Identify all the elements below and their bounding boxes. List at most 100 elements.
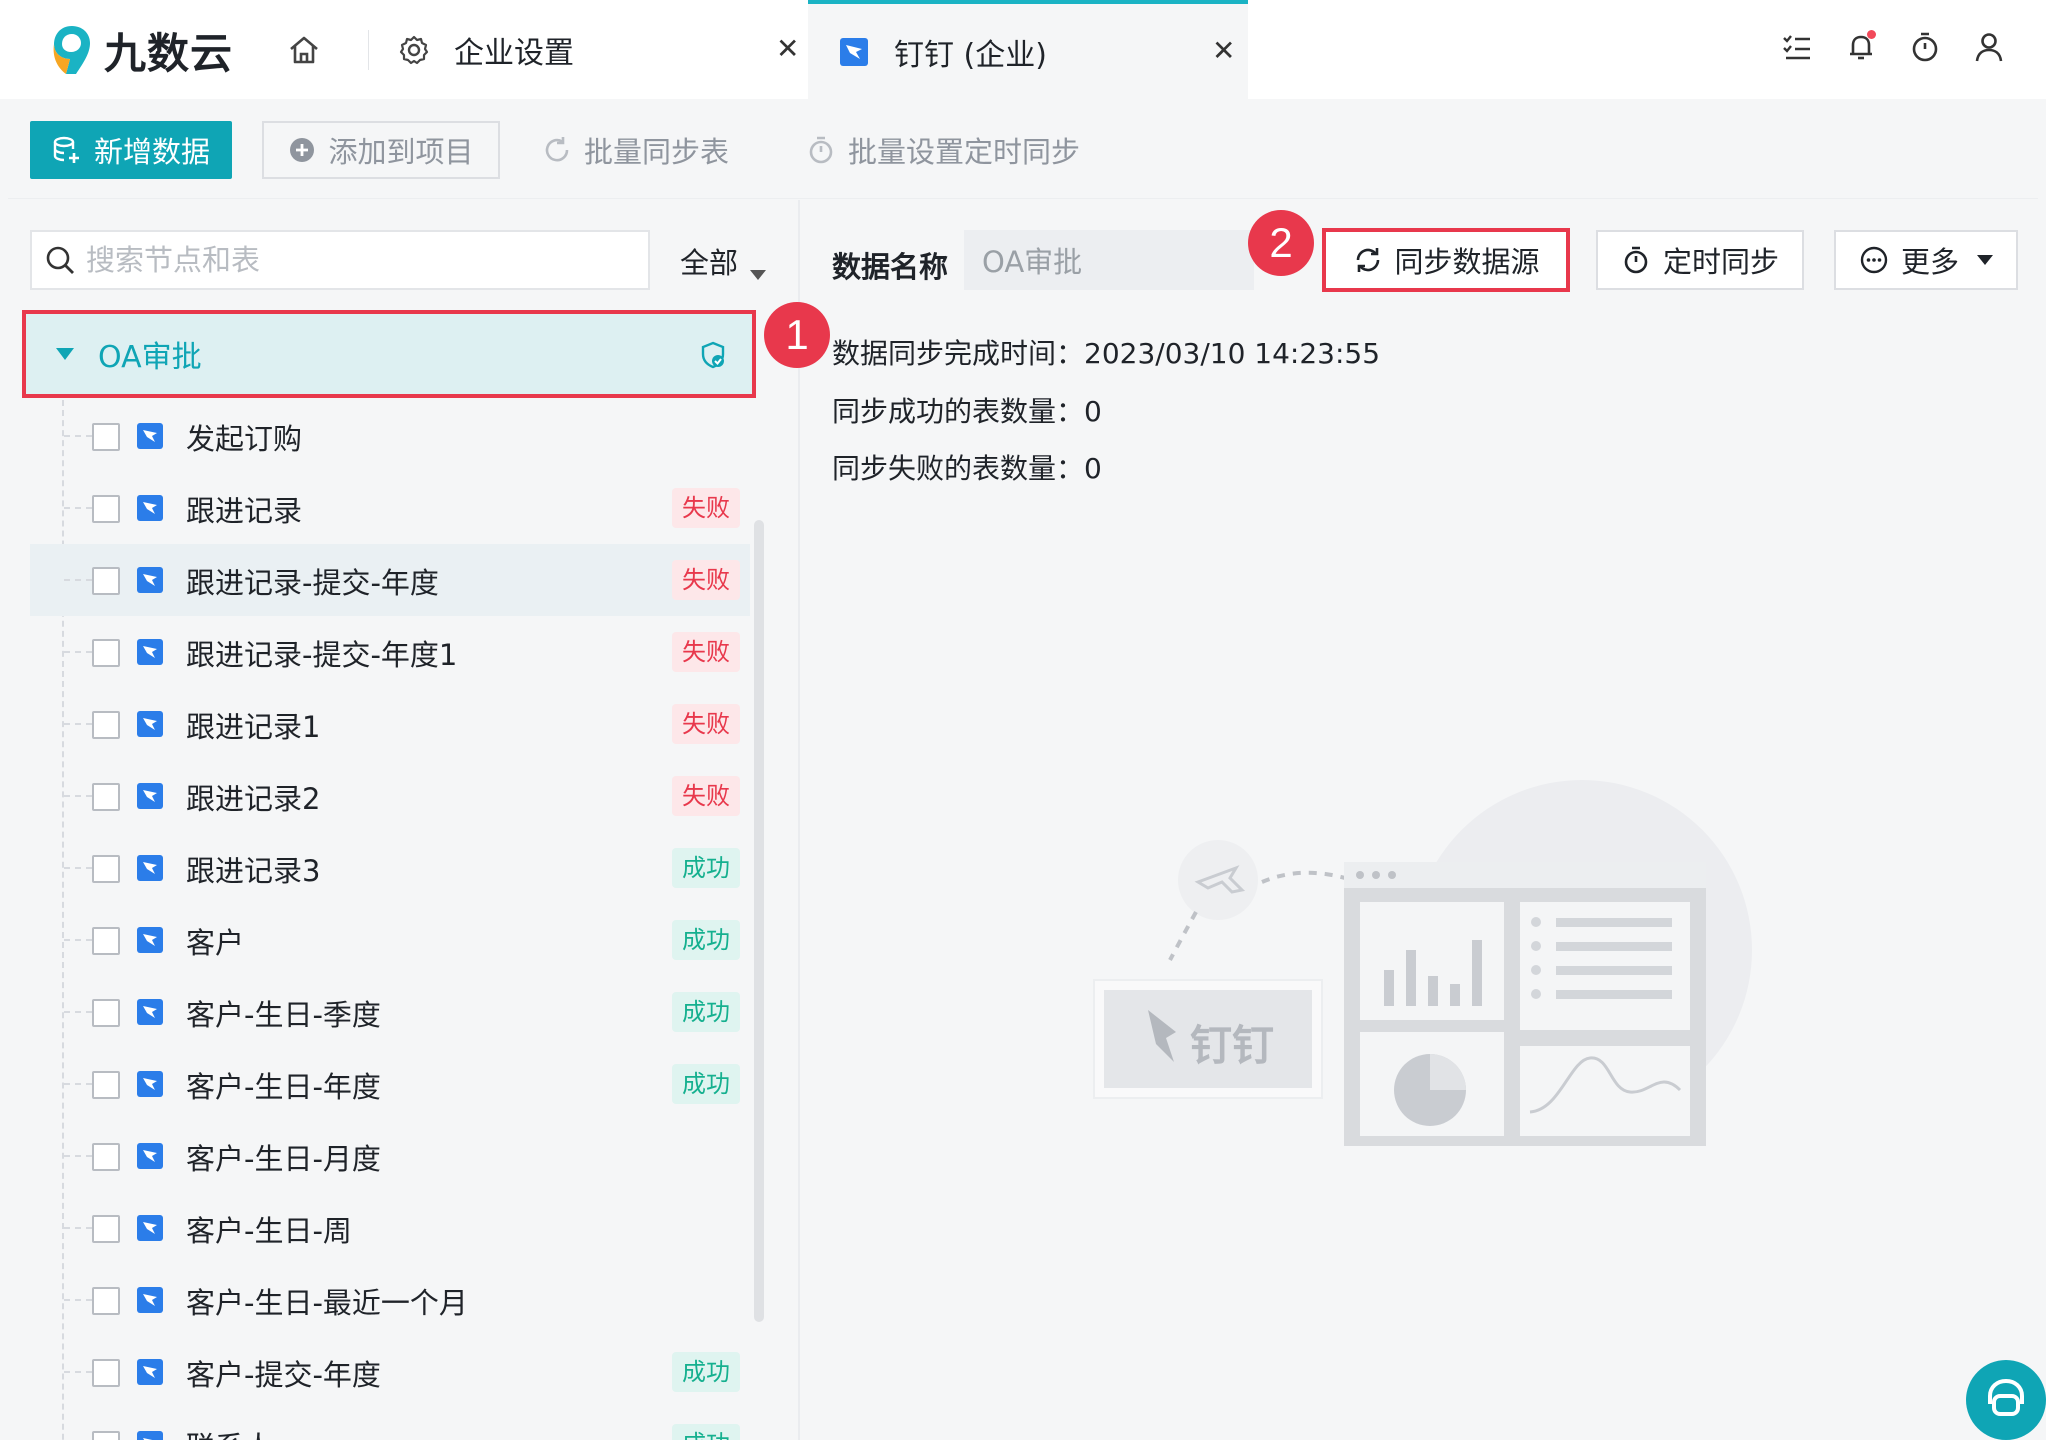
row-checkbox[interactable]	[92, 1359, 120, 1387]
tree-row[interactable]: 发起订购	[30, 400, 750, 472]
filter-dropdown[interactable]: 全部	[680, 240, 767, 282]
row-label: 客户-生日-最近一个月	[186, 1286, 468, 1320]
tree-row[interactable]: 跟进记录1 失败	[30, 688, 750, 760]
dingtalk-icon	[137, 711, 163, 737]
sync-time-line: 数据同步完成时间：2023/03/10 14:23:55	[832, 332, 1380, 372]
refresh-icon	[545, 137, 569, 162]
caret-down-icon[interactable]	[56, 348, 74, 360]
tree-row[interactable]: 跟进记录-提交-年度 失败	[30, 544, 750, 616]
row-checkbox[interactable]	[92, 423, 120, 451]
tree-row[interactable]: 跟进记录 失败	[30, 472, 750, 544]
tree-row[interactable]: 跟进记录-提交-年度1 失败	[30, 616, 750, 688]
tree-connector	[64, 795, 92, 797]
row-label: 客户-生日-月度	[186, 1142, 381, 1176]
scheduled-sync-label: 定时同步	[1662, 245, 1779, 279]
shield-check-icon[interactable]	[698, 340, 728, 370]
tree-row[interactable]: 跟进记录2 失败	[30, 760, 750, 832]
tab-enterprise-settings[interactable]: 企业设置 ✕	[398, 0, 808, 99]
row-checkbox[interactable]	[92, 1143, 120, 1171]
success-count-label: 同步成功的表数量：	[832, 395, 1085, 428]
row-checkbox[interactable]	[92, 783, 120, 811]
close-icon[interactable]: ✕	[1212, 34, 1235, 67]
dingtalk-icon	[137, 1071, 163, 1097]
search-input[interactable]	[86, 243, 626, 277]
batch-timer-button[interactable]: 批量设置定时同步	[806, 121, 1080, 179]
tree-row[interactable]: 客户 成功	[30, 904, 750, 976]
add-data-label: 新增数据	[93, 135, 210, 169]
tree-row[interactable]: 客户-生日-季度 成功	[30, 976, 750, 1048]
batch-sync-button[interactable]: 批量同步表	[542, 121, 729, 179]
tree-scrollbar[interactable]	[754, 520, 764, 1322]
user-icon[interactable]	[1972, 30, 2006, 64]
row-checkbox[interactable]	[92, 999, 120, 1027]
row-label: 跟进记录-提交-年度	[186, 566, 439, 600]
tree-connector	[64, 1155, 92, 1157]
tree-row[interactable]: 跟进记录3 成功	[30, 832, 750, 904]
tree-row[interactable]: 客户-生日-周	[30, 1192, 750, 1264]
tree-connector	[64, 1371, 92, 1373]
row-checkbox[interactable]	[92, 1287, 120, 1315]
tree-connector	[64, 579, 92, 581]
status-badge: 失败	[672, 776, 740, 816]
status-badge: 成功	[672, 1424, 740, 1440]
row-label: 跟进记录2	[186, 782, 321, 816]
data-name-field[interactable]: OA审批	[964, 230, 1254, 290]
row-checkbox[interactable]	[92, 711, 120, 739]
notification-dot	[1867, 30, 1876, 39]
app-name: 九数云	[104, 28, 234, 78]
scheduled-sync-button[interactable]: 定时同步	[1596, 230, 1804, 290]
batch-sync-label: 批量同步表	[584, 135, 730, 169]
caret-down-icon	[750, 270, 767, 280]
row-checkbox[interactable]	[92, 1215, 120, 1243]
tree-row[interactable]: 客户-提交-年度 成功	[30, 1336, 750, 1408]
row-checkbox[interactable]	[92, 639, 120, 667]
sync-time-value: 2023/03/10 14:23:55	[1084, 337, 1381, 370]
timer-icon	[809, 136, 833, 164]
tree-connector	[64, 1011, 92, 1013]
row-checkbox[interactable]	[92, 855, 120, 883]
tree-row[interactable]: 客户-生日-最近一个月	[30, 1264, 750, 1336]
row-checkbox[interactable]	[92, 495, 120, 523]
sync-data-source-button[interactable]: 同步数据源	[1322, 228, 1570, 292]
tree-connector	[64, 507, 92, 509]
row-label: 客户-生日-周	[186, 1214, 352, 1248]
tree-root-oa-approval[interactable]: OA审批	[22, 310, 756, 398]
data-name-value: OA审批	[982, 245, 1083, 279]
bell-icon[interactable]	[1844, 30, 1878, 64]
tree-row[interactable]: 客户-生日-月度	[30, 1120, 750, 1192]
more-button[interactable]: 更多	[1834, 230, 2018, 290]
task-list-icon[interactable]	[1780, 30, 1814, 64]
row-checkbox[interactable]	[92, 567, 120, 595]
fail-count-line: 同步失败的表数量：0	[832, 447, 1102, 487]
status-badge: 失败	[672, 632, 740, 672]
action-toolbar: 新增数据 添加到项目 批量同步表 批量设置定时同步	[8, 99, 2038, 199]
timer-icon[interactable]	[1908, 30, 1942, 64]
status-badge: 成功	[672, 1064, 740, 1104]
row-label: 联系人	[186, 1424, 273, 1440]
tab-dingtalk-enterprise[interactable]: 钉钉 (企业) ✕	[808, 0, 1248, 99]
logo-icon	[53, 26, 90, 74]
status-badge: 失败	[672, 488, 740, 528]
more-circle-icon	[1860, 246, 1888, 274]
row-checkbox[interactable]	[92, 927, 120, 955]
app-logo[interactable]: 九数云	[48, 22, 233, 78]
row-checkbox[interactable]	[92, 1431, 120, 1440]
tree-row[interactable]: 联系人 成功	[30, 1408, 750, 1440]
chat-support-button[interactable]	[1966, 1360, 2046, 1440]
dingtalk-icon	[137, 783, 163, 809]
empty-state-illustration: 钉钉	[1093, 780, 1752, 1146]
add-data-button[interactable]: 新增数据	[30, 121, 232, 179]
search-box[interactable]	[30, 230, 650, 290]
batch-timer-label: 批量设置定时同步	[848, 135, 1081, 169]
row-label: 跟进记录3	[186, 854, 321, 888]
sync-time-label: 数据同步完成时间：	[832, 337, 1085, 370]
dingtalk-icon	[137, 639, 163, 665]
tree-row[interactable]: 客户-生日-年度 成功	[30, 1048, 750, 1120]
row-checkbox[interactable]	[92, 1071, 120, 1099]
add-to-project-button[interactable]: 添加到项目	[262, 121, 500, 179]
home-icon[interactable]	[286, 32, 322, 68]
success-count-value: 0	[1084, 395, 1102, 428]
root-label: OA审批	[98, 340, 202, 375]
row-label: 客户-生日-季度	[186, 998, 381, 1032]
close-icon[interactable]: ✕	[776, 32, 799, 65]
